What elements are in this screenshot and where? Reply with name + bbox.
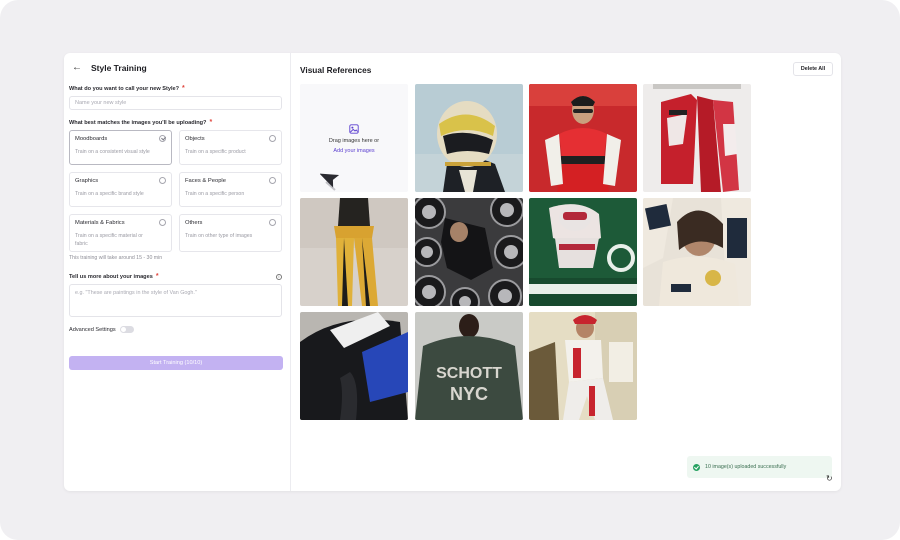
- reference-image-yellow-pants[interactable]: [300, 198, 408, 306]
- option-title: Faces & People: [185, 178, 226, 184]
- reference-image-tires[interactable]: [415, 198, 523, 306]
- option-desc: Train on a specific material or fabric: [75, 233, 143, 247]
- advanced-settings-row: Advanced Settings: [69, 326, 134, 333]
- required-marker: *: [155, 273, 159, 280]
- page-title: Style Training: [91, 63, 147, 73]
- visual-references-title: Visual References: [300, 65, 372, 75]
- mouse-cursor-icon: [320, 173, 340, 191]
- option-desc: Train on a specific person: [185, 191, 245, 197]
- name-label-text: What do you want to call your new Style?: [69, 86, 180, 92]
- image-drop-zone[interactable]: Drag images here or Add your images: [300, 84, 408, 192]
- header: ← Style Training: [72, 61, 147, 75]
- option-title: Objects: [185, 136, 205, 142]
- upload-success-toast: 10 image(s) uploaded successfully: [687, 456, 832, 478]
- info-icon[interactable]: i: [276, 274, 282, 280]
- reference-image-leather-jacket[interactable]: [300, 312, 408, 420]
- category-label: What best matches the images you'll be u…: [69, 119, 213, 126]
- radio-icon[interactable]: [159, 177, 166, 184]
- reference-image-helmet[interactable]: [415, 84, 523, 192]
- drop-zone-text: Drag images here or: [328, 138, 380, 144]
- style-description-textarea[interactable]: [69, 284, 282, 317]
- radio-icon[interactable]: [269, 219, 276, 226]
- arrow-left-icon[interactable]: ←: [72, 63, 82, 73]
- option-desc: Train on a specific brand style: [75, 191, 144, 197]
- svg-text:SCHOTT: SCHOTT: [436, 365, 502, 382]
- option-materials-fabrics[interactable]: Materials & Fabrics Train on a specific …: [69, 214, 172, 252]
- radio-icon[interactable]: [269, 177, 276, 184]
- option-title: Materials & Fabrics: [75, 220, 125, 226]
- option-others[interactable]: Others Train on other type of images: [179, 214, 282, 252]
- reference-image-green-car[interactable]: [529, 198, 637, 306]
- option-title: Moodboards: [75, 136, 108, 142]
- toggle-knob: [120, 327, 126, 332]
- refresh-icon[interactable]: ↻: [826, 474, 833, 483]
- option-desc: Train on other type of images: [185, 233, 253, 239]
- radio-icon[interactable]: [159, 219, 166, 226]
- check-circle-icon: [693, 463, 700, 471]
- advanced-settings-label: Advanced Settings: [69, 326, 116, 333]
- style-name-input[interactable]: [69, 96, 282, 110]
- training-form-panel: ← Style Training What do you want to cal…: [64, 53, 291, 491]
- option-desc: Train on a specific product: [185, 149, 246, 155]
- name-label: What do you want to call your new Style?…: [69, 85, 185, 92]
- image-upload-icon: [349, 124, 359, 134]
- category-label-text: What best matches the images you'll be u…: [69, 120, 207, 126]
- style-training-window: ← Style Training What do you want to cal…: [64, 53, 841, 491]
- reference-image-red-top[interactable]: [529, 84, 637, 192]
- reference-image-schott-jacket[interactable]: SCHOTT NYC: [415, 312, 523, 420]
- reference-image-car-racer[interactable]: [529, 312, 637, 420]
- option-graphics[interactable]: Graphics Train on a specific brand style: [69, 172, 172, 207]
- toast-message: 10 image(s) uploaded successfully: [705, 464, 787, 470]
- radio-checked-icon[interactable]: [159, 135, 166, 142]
- option-moodboards[interactable]: Moodboards Train on a consistent visual …: [69, 130, 172, 165]
- option-objects[interactable]: Objects Train on a specific product: [179, 130, 282, 165]
- svg-text:NYC: NYC: [450, 384, 488, 404]
- add-images-link[interactable]: Add your images: [300, 148, 408, 154]
- app-frame: ← Style Training What do you want to cal…: [0, 0, 900, 540]
- required-marker: *: [209, 119, 213, 126]
- radio-icon[interactable]: [269, 135, 276, 142]
- reference-image-racing-suit[interactable]: [643, 84, 751, 192]
- option-title: Others: [185, 220, 203, 226]
- training-duration-note: This training will take around 15 - 30 m…: [69, 255, 163, 261]
- delete-all-button[interactable]: Delete All: [793, 62, 833, 76]
- describe-label: Tell us more about your images *: [69, 273, 159, 280]
- describe-label-text: Tell us more about your images: [69, 274, 153, 280]
- start-training-button[interactable]: Start Training (10/10): [69, 356, 283, 370]
- required-marker: *: [182, 85, 185, 92]
- option-title: Graphics: [75, 178, 99, 184]
- reference-image-denim-racer[interactable]: [643, 198, 751, 306]
- option-faces-people[interactable]: Faces & People Train on a specific perso…: [179, 172, 282, 207]
- option-desc: Train on a consistent visual style: [75, 149, 150, 155]
- advanced-settings-toggle[interactable]: [119, 326, 134, 333]
